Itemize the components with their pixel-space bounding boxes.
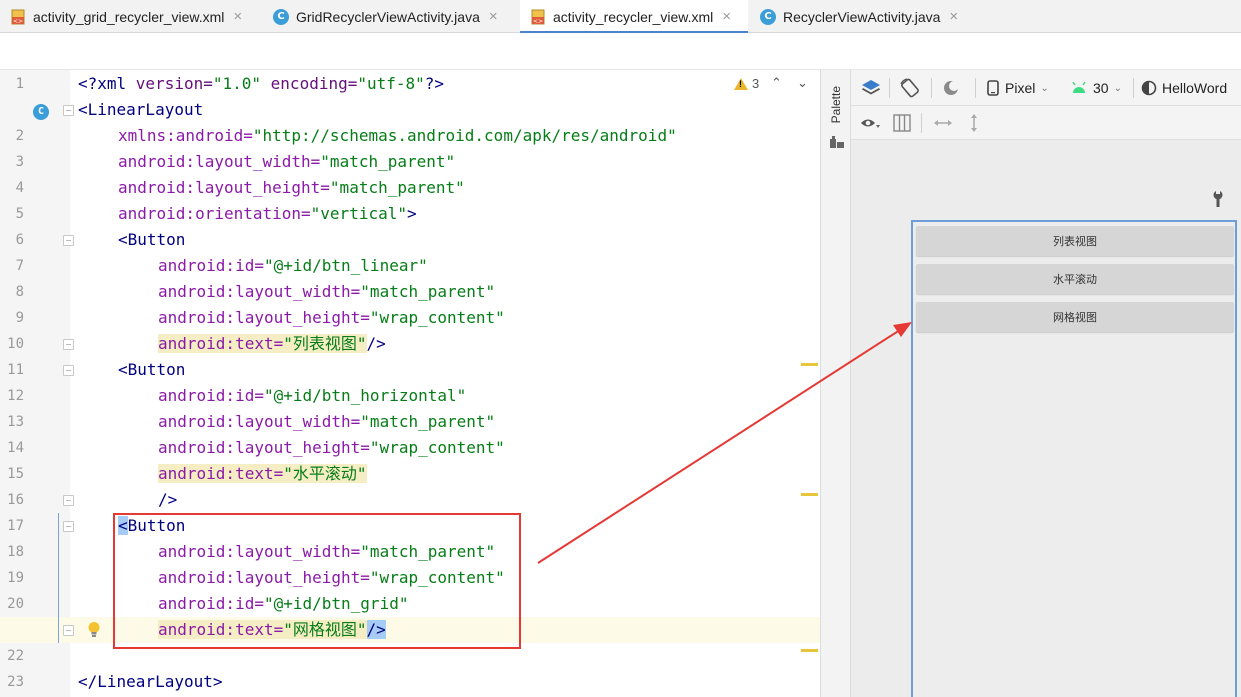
close-icon[interactable]: × (949, 9, 958, 24)
code-line: 2 C <LinearLayout (0, 97, 820, 144)
scope-indicator (58, 513, 59, 643)
warning-stripe-marker[interactable] (801, 649, 818, 652)
svg-text:<>: <> (533, 18, 543, 25)
editor-top-band (0, 33, 1241, 70)
line-number: 1 (15, 76, 24, 92)
orientation-icon[interactable] (899, 78, 921, 98)
code-line: 7 <Button (0, 227, 820, 274)
fold-icon[interactable] (63, 495, 74, 506)
vertical-resize-icon[interactable] (969, 113, 979, 133)
tab-label: GridRecyclerViewActivity.java (296, 8, 480, 25)
android-icon (1072, 82, 1086, 93)
code-line: 17 /> (0, 487, 820, 534)
horizontal-resize-icon[interactable] (933, 118, 953, 128)
preview-button-horizontal-scroll[interactable]: 水平滚动 (916, 264, 1234, 294)
fold-icon[interactable] (63, 625, 74, 636)
palette-tab-label[interactable]: Palette (829, 86, 843, 123)
fold-icon[interactable] (63, 339, 74, 350)
fold-icon[interactable] (63, 235, 74, 246)
close-icon[interactable]: × (489, 9, 498, 24)
java-class-icon: C (273, 8, 289, 25)
device-selector[interactable]: Pixel ⌄ (987, 70, 1049, 106)
code-line: 16 android:text="水平滚动" (0, 461, 820, 508)
xml-file-icon: <> (530, 9, 546, 25)
tab-activity-grid-recycler-view-xml[interactable]: <> activity_grid_recycler_view.xml × (10, 0, 242, 33)
tab-grid-recycler-view-activity-java[interactable]: C GridRecyclerViewActivity.java × (273, 0, 498, 33)
preview-button-grid-view[interactable]: 网格视图 (916, 302, 1234, 332)
fold-icon[interactable] (63, 105, 74, 116)
code-line: 4 android:layout_width="match_parent" (0, 149, 820, 196)
tab-recycler-view-activity-java[interactable]: C RecyclerViewActivity.java × (760, 0, 958, 33)
chevron-down-icon: ⌄ (1113, 82, 1122, 94)
java-class-icon: C (760, 8, 776, 25)
code-line: 11 android:text="列表视图"/> (0, 331, 820, 378)
code-line: 12 <Button (0, 357, 820, 404)
fold-icon[interactable] (63, 365, 74, 376)
api-level-selector[interactable]: 30 ⌄ (1071, 70, 1122, 106)
tab-label: activity_grid_recycler_view.xml (33, 8, 225, 25)
editor-tab-bar: <> activity_grid_recycler_view.xml × C G… (0, 0, 1241, 34)
annotation-highlight-box (113, 513, 521, 649)
code-line: 13 android:id="@+id/btn_horizontal" (0, 383, 820, 430)
xml-file-icon: <> (10, 9, 26, 25)
code-line: 8 android:id="@+id/btn_linear" (0, 253, 820, 300)
view-options-eye-icon[interactable] (860, 115, 880, 131)
palette-strip[interactable]: Palette (820, 70, 851, 697)
blueprint-toggle-icon[interactable] (893, 114, 911, 132)
code-line: 10 android:layout_height="wrap_content" (0, 305, 820, 352)
phone-icon (987, 80, 999, 96)
code-line: 6 android:orientation="vertical"> (0, 201, 820, 248)
tab-activity-recycler-view-xml[interactable]: <> activity_recycler_view.xml × (520, 0, 748, 34)
warning-stripe-marker[interactable] (801, 363, 818, 366)
close-icon[interactable]: × (233, 9, 242, 24)
warning-stripe-marker[interactable] (801, 493, 818, 496)
fold-icon[interactable] (63, 521, 74, 532)
chevron-down-icon: ⌄ (1040, 82, 1049, 94)
design-toolbar: Pixel ⌄ 30 ⌄ HelloWord (851, 70, 1241, 106)
night-mode-icon[interactable] (941, 79, 963, 97)
close-icon[interactable]: × (722, 9, 731, 24)
code-line: 3 xmlns:android="http://schemas.android.… (0, 123, 820, 170)
code-line: 1 <?xml version="1.0" encoding="utf-8"?> (0, 71, 820, 97)
preview-button-list-view[interactable]: 列表视图 (916, 226, 1234, 256)
layers-icon[interactable] (861, 79, 881, 97)
design-toolbar-secondary (851, 106, 1241, 140)
svg-text:<>: <> (13, 18, 23, 25)
theme-icon (1141, 80, 1157, 96)
code-line: 24 </LinearLayout> (0, 669, 820, 695)
tab-label: RecyclerViewActivity.java (783, 8, 941, 25)
layout-design-panel: Pixel ⌄ 30 ⌄ HelloWord 列表视图 水平滚动 网格视图 (851, 70, 1241, 697)
code-line: 5 android:layout_height="match_parent" (0, 175, 820, 222)
code-line: 9 android:layout_width="match_parent" (0, 279, 820, 326)
theme-selector[interactable]: HelloWord (1141, 70, 1227, 106)
related-class-icon[interactable]: C (33, 104, 49, 120)
code-line: 14 android:layout_width="match_parent" (0, 409, 820, 456)
tab-label: activity_recycler_view.xml (553, 8, 714, 25)
palette-widgets-icon[interactable] (830, 136, 844, 148)
code-line: 15 android:layout_height="wrap_content" (0, 435, 820, 482)
device-preview-frame[interactable]: 列表视图 水平滚动 网格视图 (911, 220, 1237, 697)
wrench-icon[interactable] (1211, 190, 1225, 208)
code-editor[interactable]: 3 ⌃ ⌄ 1 <?xml version="1.0" encoding="ut… (0, 70, 820, 697)
